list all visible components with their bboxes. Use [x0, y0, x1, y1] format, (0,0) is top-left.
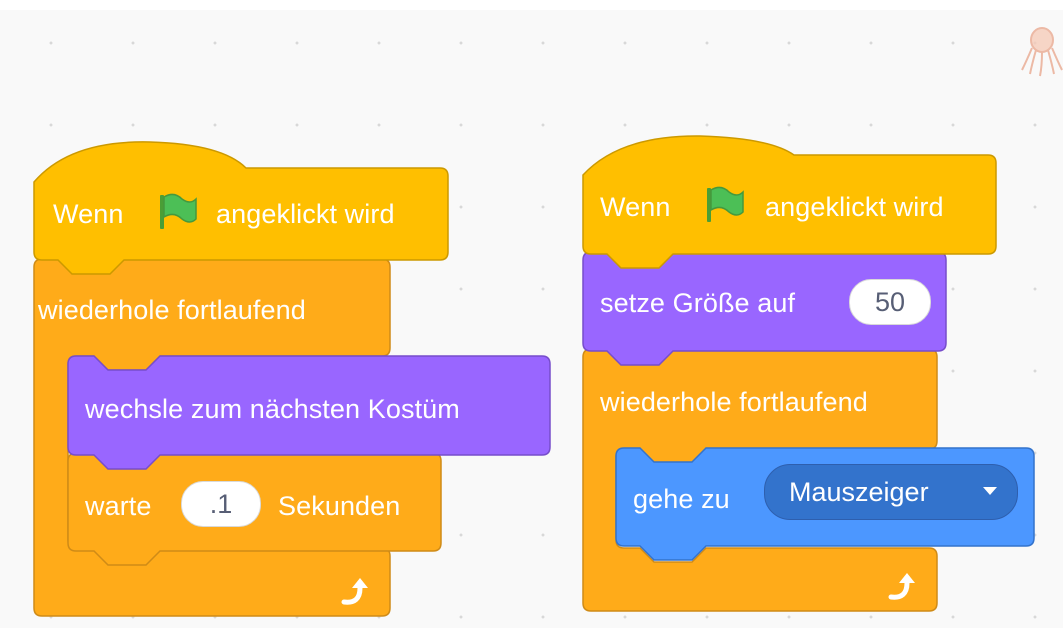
script-1-next-costume-label: wechsle zum nächsten Kostüm: [85, 394, 460, 424]
script-2-forever-label: wiederhole fortlaufend: [600, 387, 868, 417]
script-1-wait-label: warte: [85, 491, 152, 521]
green-flag-icon: [707, 186, 744, 222]
script-1-wait-unit: Sekunden: [278, 491, 401, 521]
wait-seconds-input[interactable]: .1: [181, 481, 261, 527]
script-1-hat-suffix: angeklickt wird: [216, 199, 395, 229]
script-2-goto-label: gehe zu: [633, 484, 730, 514]
size-value-input[interactable]: 50: [849, 279, 931, 325]
script-2-hat-prefix: Wenn: [600, 192, 671, 222]
script-1-forever-label: wiederhole fortlaufend: [38, 295, 306, 325]
script-2-set-size-label: setze Größe auf: [600, 288, 796, 318]
goto-target-dropdown[interactable]: Mauszeiger: [764, 464, 1018, 520]
script-2-hat-suffix: angeklickt wird: [765, 192, 944, 222]
script-1-hat-prefix: Wenn: [53, 199, 124, 229]
chevron-down-icon: [983, 487, 997, 495]
loop-arrow-icon: [888, 573, 915, 600]
green-flag-icon: [160, 193, 197, 229]
goto-target-value: Mauszeiger: [789, 477, 929, 507]
loop-arrow-icon: [341, 578, 368, 605]
